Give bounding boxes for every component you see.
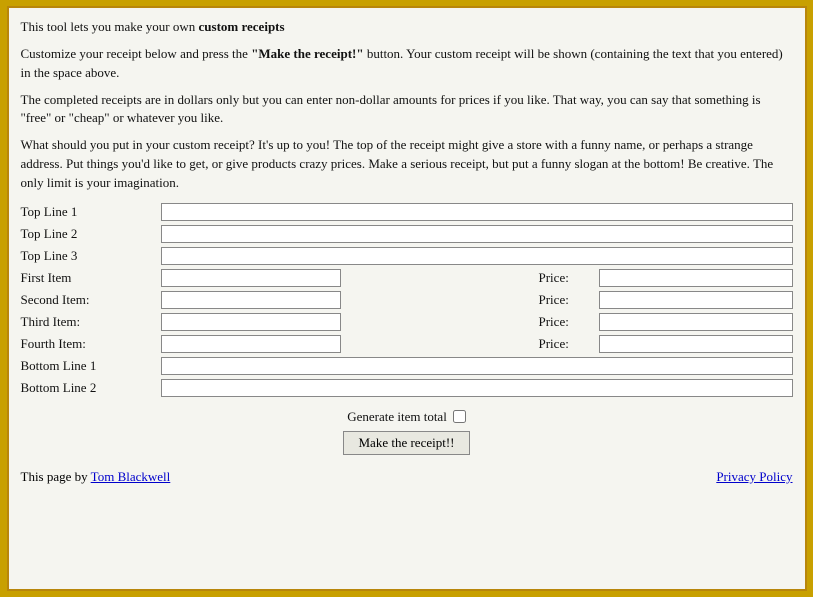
- third-price-label: Price:: [539, 314, 599, 330]
- top-line-1-input[interactable]: [161, 203, 793, 221]
- first-item-name-input[interactable]: [161, 269, 341, 287]
- bottom-line-2-input[interactable]: [161, 379, 793, 397]
- top-line-2-row: Top Line 2: [21, 225, 793, 243]
- intro-para-2-prefix: Customize your receipt below and press t…: [21, 46, 252, 61]
- generate-total-checkbox[interactable]: [453, 410, 466, 423]
- first-price-label: Price:: [539, 270, 599, 286]
- fourth-price-input[interactable]: [599, 335, 793, 353]
- fourth-price-label: Price:: [539, 336, 599, 352]
- first-item-label: First Item: [21, 270, 161, 286]
- first-item-row: First Item Price:: [21, 269, 793, 287]
- page-container: This tool lets you make your own custom …: [7, 6, 807, 591]
- footer-section: This page by Tom Blackwell Privacy Polic…: [21, 469, 793, 485]
- third-item-row: Third Item: Price:: [21, 313, 793, 331]
- top-line-2-label: Top Line 2: [21, 226, 161, 242]
- privacy-policy-container: Privacy Policy: [716, 469, 792, 485]
- bottom-line-1-label: Bottom Line 1: [21, 358, 161, 374]
- second-price-label: Price:: [539, 292, 599, 308]
- top-line-2-input[interactable]: [161, 225, 793, 243]
- fourth-item-row: Fourth Item: Price:: [21, 335, 793, 353]
- intro-para-3: The completed receipts are in dollars on…: [21, 91, 793, 129]
- privacy-policy-link[interactable]: Privacy Policy: [716, 469, 792, 484]
- make-receipt-button[interactable]: Make the receipt!!: [343, 431, 469, 455]
- third-price-input[interactable]: [599, 313, 793, 331]
- bottom-line-1-row: Bottom Line 1: [21, 357, 793, 375]
- second-price-input[interactable]: [599, 291, 793, 309]
- form-section: Top Line 1 Top Line 2 Top Line 3 First I…: [21, 203, 793, 455]
- bottom-line-1-input[interactable]: [161, 357, 793, 375]
- intro-section: This tool lets you make your own custom …: [21, 18, 793, 193]
- fourth-item-name-input[interactable]: [161, 335, 341, 353]
- second-item-name-input[interactable]: [161, 291, 341, 309]
- intro-para-1-bold: custom receipts: [199, 19, 285, 34]
- top-line-3-row: Top Line 3: [21, 247, 793, 265]
- top-line-3-input[interactable]: [161, 247, 793, 265]
- intro-para-4: What should you put in your custom recei…: [21, 136, 793, 193]
- top-line-1-label: Top Line 1: [21, 204, 161, 220]
- fourth-item-label: Fourth Item:: [21, 336, 161, 352]
- bottom-line-2-label: Bottom Line 2: [21, 380, 161, 396]
- generate-label: Generate item total: [347, 409, 447, 425]
- intro-para-1-prefix: This tool lets you make your own: [21, 19, 199, 34]
- third-item-name-input[interactable]: [161, 313, 341, 331]
- top-line-3-label: Top Line 3: [21, 248, 161, 264]
- second-item-label: Second Item:: [21, 292, 161, 308]
- make-button-row: Make the receipt!!: [21, 431, 793, 455]
- author-credit: This page by Tom Blackwell: [21, 469, 171, 485]
- author-prefix: This page by: [21, 469, 91, 484]
- author-link[interactable]: Tom Blackwell: [91, 469, 171, 484]
- bottom-line-2-row: Bottom Line 2: [21, 379, 793, 397]
- intro-para-1: This tool lets you make your own custom …: [21, 18, 793, 37]
- generate-total-row: Generate item total: [21, 409, 793, 425]
- intro-para-2: Customize your receipt below and press t…: [21, 45, 793, 83]
- top-line-1-row: Top Line 1: [21, 203, 793, 221]
- third-item-label: Third Item:: [21, 314, 161, 330]
- intro-para-2-bold: "Make the receipt!": [251, 46, 363, 61]
- first-price-input[interactable]: [599, 269, 793, 287]
- second-item-row: Second Item: Price:: [21, 291, 793, 309]
